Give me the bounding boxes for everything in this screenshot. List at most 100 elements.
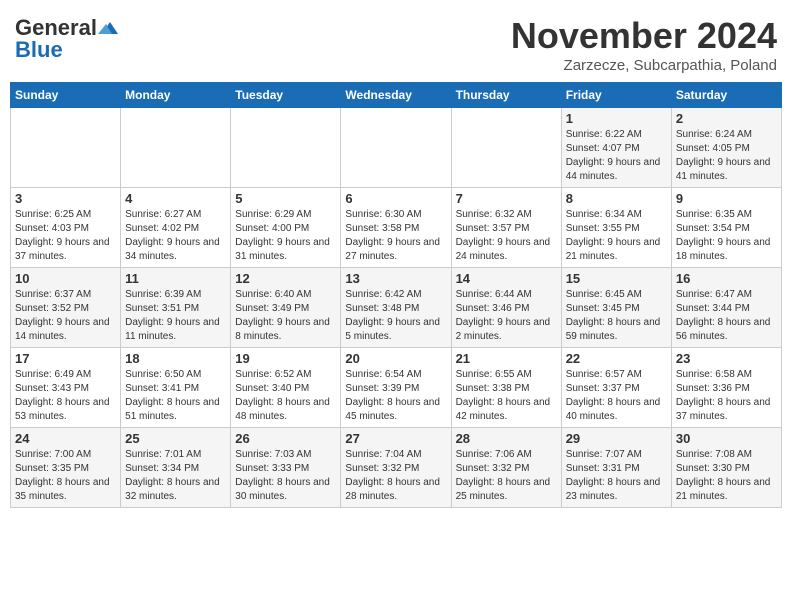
calendar-cell: 3 Sunrise: 6:25 AM Sunset: 4:03 PM Daylig…: [11, 188, 121, 268]
day-number: 19: [235, 351, 336, 366]
day-info: Sunrise: 6:35 AM Sunset: 3:54 PM Dayligh…: [676, 208, 777, 264]
calendar-cell: 25 Sunrise: 7:01 AM Sunset: 3:34 PM Dayli…: [121, 428, 231, 508]
calendar-cell: 14 Sunrise: 6:44 AM Sunset: 3:46 PM Dayli…: [451, 268, 561, 348]
calendar-cell: 17Sunrise: 6:49 AM Sunset: 3:43 PM Dayli…: [11, 348, 121, 428]
day-number: 1: [566, 111, 667, 126]
day-number: 29: [566, 431, 667, 446]
page-header: General Blue November 2024 Zarzecze, Sub…: [10, 10, 782, 74]
day-info: Sunrise: 6:27 AM Sunset: 4:02 PM Dayligh…: [125, 208, 226, 264]
location-subtitle: Zarzecze, Subcarpathia, Poland: [511, 57, 777, 74]
day-number: 10: [15, 271, 116, 286]
logo-blue: Blue: [15, 37, 63, 63]
day-info: Sunrise: 6:39 AM Sunset: 3:51 PM Dayligh…: [125, 288, 226, 344]
calendar-cell: 28 Sunrise: 7:06 AM Sunset: 3:32 PM Dayli…: [451, 428, 561, 508]
day-info: Sunrise: 6:55 AM Sunset: 3:38 PM Dayligh…: [456, 368, 557, 424]
calendar-cell: 30 Sunrise: 7:08 AM Sunset: 3:30 PM Dayli…: [671, 428, 781, 508]
calendar-week-row: 24Sunrise: 7:00 AM Sunset: 3:35 PM Dayli…: [11, 428, 782, 508]
title-block: November 2024 Zarzecze, Subcarpathia, Po…: [511, 15, 777, 74]
day-number: 5: [235, 191, 336, 206]
day-info: Sunrise: 6:42 AM Sunset: 3:48 PM Dayligh…: [345, 288, 446, 344]
day-number: 16: [676, 271, 777, 286]
day-number: 27: [345, 431, 446, 446]
calendar-cell: 1 Sunrise: 6:22 AM Sunset: 4:07 PM Daylig…: [561, 108, 671, 188]
day-info: Sunrise: 6:40 AM Sunset: 3:49 PM Dayligh…: [235, 288, 336, 344]
day-info: Sunrise: 6:24 AM Sunset: 4:05 PM Dayligh…: [676, 128, 777, 184]
calendar-cell: 27 Sunrise: 7:04 AM Sunset: 3:32 PM Dayli…: [341, 428, 451, 508]
day-info: Sunrise: 7:08 AM Sunset: 3:30 PM Dayligh…: [676, 448, 777, 504]
calendar-cell: 24Sunrise: 7:00 AM Sunset: 3:35 PM Dayli…: [11, 428, 121, 508]
calendar-cell: 19Sunrise: 6:52 AM Sunset: 3:40 PM Dayli…: [231, 348, 341, 428]
calendar-cell: 18 Sunrise: 6:50 AM Sunset: 3:41 PM Dayli…: [121, 348, 231, 428]
day-info: Sunrise: 6:22 AM Sunset: 4:07 PM Dayligh…: [566, 128, 667, 184]
calendar-cell: 11 Sunrise: 6:39 AM Sunset: 3:51 PM Dayli…: [121, 268, 231, 348]
calendar-cell: 16 Sunrise: 6:47 AM Sunset: 3:44 PM Dayli…: [671, 268, 781, 348]
calendar-cell: [341, 108, 451, 188]
calendar-table: SundayMondayTuesdayWednesdayThursdayFrid…: [10, 82, 782, 508]
day-info: Sunrise: 6:54 AM Sunset: 3:39 PM Dayligh…: [345, 368, 446, 424]
day-info: Sunrise: 6:29 AM Sunset: 4:00 PM Dayligh…: [235, 208, 336, 264]
day-number: 23: [676, 351, 777, 366]
day-number: 28: [456, 431, 557, 446]
day-number: 26: [235, 431, 336, 446]
day-number: 17: [15, 351, 116, 366]
day-info: Sunrise: 7:03 AM Sunset: 3:33 PM Dayligh…: [235, 448, 336, 504]
day-info: Sunrise: 6:25 AM Sunset: 4:03 PM Dayligh…: [15, 208, 116, 264]
calendar-cell: 2 Sunrise: 6:24 AM Sunset: 4:05 PM Daylig…: [671, 108, 781, 188]
calendar-day-header: Thursday: [451, 83, 561, 108]
calendar-cell: 13 Sunrise: 6:42 AM Sunset: 3:48 PM Dayli…: [341, 268, 451, 348]
calendar-header-row: SundayMondayTuesdayWednesdayThursdayFrid…: [11, 83, 782, 108]
day-number: 25: [125, 431, 226, 446]
calendar-cell: 26 Sunrise: 7:03 AM Sunset: 3:33 PM Dayli…: [231, 428, 341, 508]
calendar-day-header: Tuesday: [231, 83, 341, 108]
calendar-cell: 12 Sunrise: 6:40 AM Sunset: 3:49 PM Dayli…: [231, 268, 341, 348]
day-number: 9: [676, 191, 777, 206]
day-info: Sunrise: 6:32 AM Sunset: 3:57 PM Dayligh…: [456, 208, 557, 264]
day-number: 2: [676, 111, 777, 126]
calendar-week-row: 17Sunrise: 6:49 AM Sunset: 3:43 PM Dayli…: [11, 348, 782, 428]
calendar-cell: [121, 108, 231, 188]
calendar-cell: 5 Sunrise: 6:29 AM Sunset: 4:00 PM Daylig…: [231, 188, 341, 268]
calendar-week-row: 1 Sunrise: 6:22 AM Sunset: 4:07 PM Daylig…: [11, 108, 782, 188]
calendar-cell: 22Sunrise: 6:57 AM Sunset: 3:37 PM Dayli…: [561, 348, 671, 428]
day-number: 6: [345, 191, 446, 206]
day-number: 20: [345, 351, 446, 366]
day-info: Sunrise: 6:57 AM Sunset: 3:37 PM Dayligh…: [566, 368, 667, 424]
day-info: Sunrise: 7:01 AM Sunset: 3:34 PM Dayligh…: [125, 448, 226, 504]
day-number: 12: [235, 271, 336, 286]
day-number: 15: [566, 271, 667, 286]
logo-icon: [98, 20, 118, 36]
day-number: 13: [345, 271, 446, 286]
calendar-cell: 23 Sunrise: 6:58 AM Sunset: 3:36 PM Dayli…: [671, 348, 781, 428]
day-number: 3: [15, 191, 116, 206]
calendar-cell: [231, 108, 341, 188]
day-info: Sunrise: 6:44 AM Sunset: 3:46 PM Dayligh…: [456, 288, 557, 344]
day-number: 14: [456, 271, 557, 286]
calendar-week-row: 3 Sunrise: 6:25 AM Sunset: 4:03 PM Daylig…: [11, 188, 782, 268]
day-number: 11: [125, 271, 226, 286]
calendar-cell: 21 Sunrise: 6:55 AM Sunset: 3:38 PM Dayli…: [451, 348, 561, 428]
calendar-cell: 15Sunrise: 6:45 AM Sunset: 3:45 PM Dayli…: [561, 268, 671, 348]
calendar-cell: 9 Sunrise: 6:35 AM Sunset: 3:54 PM Daylig…: [671, 188, 781, 268]
day-number: 8: [566, 191, 667, 206]
calendar-cell: 4 Sunrise: 6:27 AM Sunset: 4:02 PM Daylig…: [121, 188, 231, 268]
day-info: Sunrise: 6:30 AM Sunset: 3:58 PM Dayligh…: [345, 208, 446, 264]
month-title: November 2024: [511, 15, 777, 57]
day-number: 18: [125, 351, 226, 366]
day-info: Sunrise: 7:00 AM Sunset: 3:35 PM Dayligh…: [15, 448, 116, 504]
day-number: 4: [125, 191, 226, 206]
calendar-day-header: Sunday: [11, 83, 121, 108]
day-info: Sunrise: 7:04 AM Sunset: 3:32 PM Dayligh…: [345, 448, 446, 504]
calendar-cell: 8 Sunrise: 6:34 AM Sunset: 3:55 PM Daylig…: [561, 188, 671, 268]
day-info: Sunrise: 7:07 AM Sunset: 3:31 PM Dayligh…: [566, 448, 667, 504]
day-info: Sunrise: 6:47 AM Sunset: 3:44 PM Dayligh…: [676, 288, 777, 344]
day-number: 21: [456, 351, 557, 366]
calendar-day-header: Saturday: [671, 83, 781, 108]
day-info: Sunrise: 6:37 AM Sunset: 3:52 PM Dayligh…: [15, 288, 116, 344]
day-info: Sunrise: 7:06 AM Sunset: 3:32 PM Dayligh…: [456, 448, 557, 504]
day-info: Sunrise: 6:34 AM Sunset: 3:55 PM Dayligh…: [566, 208, 667, 264]
calendar-cell: 20 Sunrise: 6:54 AM Sunset: 3:39 PM Dayli…: [341, 348, 451, 428]
day-info: Sunrise: 6:50 AM Sunset: 3:41 PM Dayligh…: [125, 368, 226, 424]
calendar-day-header: Wednesday: [341, 83, 451, 108]
day-number: 30: [676, 431, 777, 446]
day-info: Sunrise: 6:58 AM Sunset: 3:36 PM Dayligh…: [676, 368, 777, 424]
